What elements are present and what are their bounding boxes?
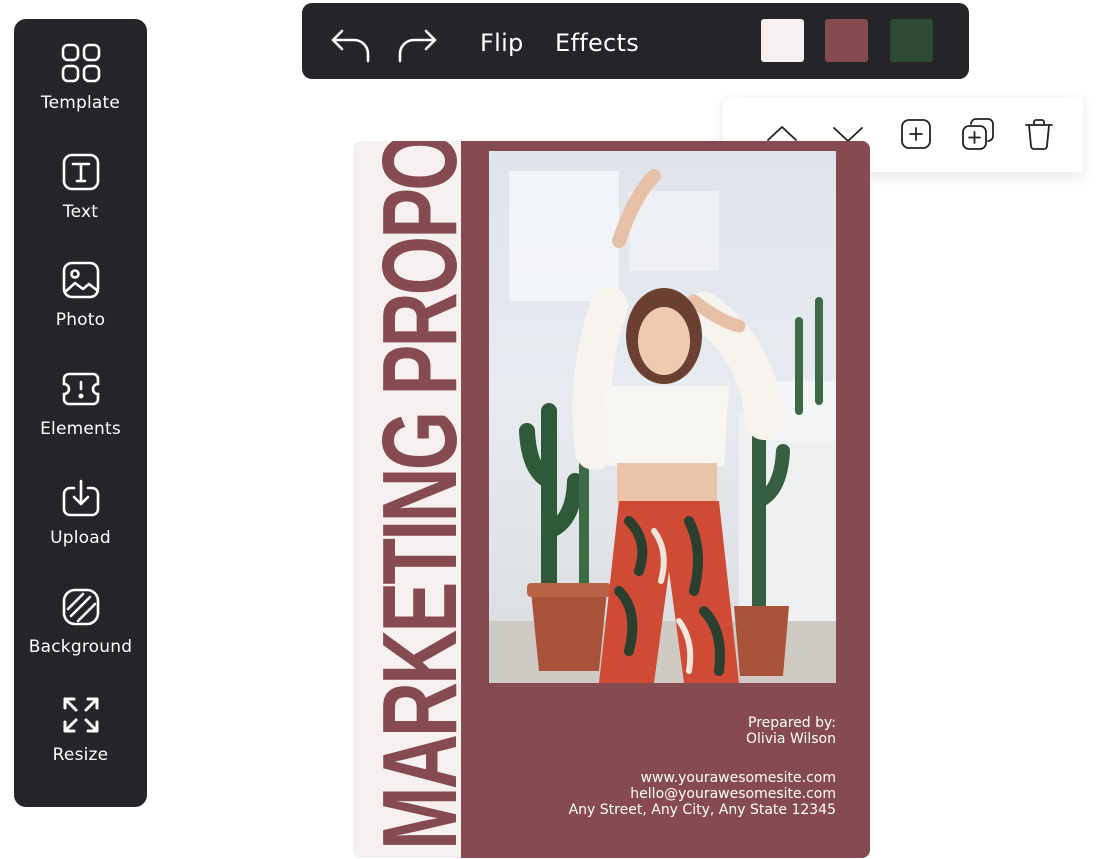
photo-icon (62, 261, 99, 299)
sidebar-item-label: Resize (52, 745, 109, 765)
text-icon (62, 153, 99, 191)
vertical-title[interactable]: MARKETING PROPOSAL (361, 141, 479, 850)
effects-button[interactable]: Effects (555, 29, 639, 57)
sidebar-item-label: Text (62, 202, 99, 222)
elements-icon (62, 372, 99, 406)
color-swatch-maroon[interactable] (825, 19, 868, 62)
trash-icon[interactable] (1022, 117, 1056, 151)
color-swatch-light[interactable] (761, 19, 804, 62)
sidebar-item-label: Background (28, 637, 133, 657)
photo-illustration (489, 169, 836, 683)
email-text[interactable]: hello@yourawesomesite.com (569, 786, 836, 802)
cover-photo[interactable] (489, 151, 836, 683)
sidebar-item-template[interactable]: Template (14, 19, 147, 119)
website-text[interactable]: www.yourawesomesite.com (569, 770, 836, 786)
sidebar-item-upload[interactable]: Upload (14, 454, 147, 554)
sidebar-item-background[interactable]: Background (14, 563, 147, 663)
title-text: MARKETING PROPOSAL (361, 141, 479, 850)
prepared-by-label[interactable]: Prepared by: (746, 715, 836, 731)
resize-icon (63, 697, 98, 733)
prepared-by-block: Prepared by: Olivia Wilson (746, 715, 836, 747)
sidebar-item-label: Elements (40, 419, 121, 439)
top-toolbar: Flip Effects (302, 3, 969, 79)
upload-icon (62, 479, 99, 517)
sidebar-item-resize[interactable]: Resize (14, 671, 147, 771)
design-canvas[interactable]: MARKETING PROPOSAL Prepared by: Olivia W… (353, 141, 870, 858)
duplicate-icon[interactable] (961, 117, 995, 151)
address-text[interactable]: Any Street, Any City, Any State 12345 (569, 802, 836, 818)
sidebar-item-label: Upload (50, 528, 111, 548)
sidebar-item-photo[interactable]: Photo (14, 236, 147, 336)
sidebar-item-elements[interactable]: Elements (14, 345, 147, 445)
left-sidebar: Template Text Photo Elements Upload Back… (14, 19, 147, 807)
add-icon[interactable] (899, 117, 933, 151)
color-swatch-green[interactable] (890, 19, 933, 62)
sidebar-item-text[interactable]: Text (14, 128, 147, 228)
flip-button[interactable]: Flip (480, 29, 524, 57)
redo-icon[interactable] (394, 23, 440, 69)
background-icon (62, 588, 99, 626)
template-grid-icon (61, 43, 100, 83)
contact-block: www.yourawesomesite.com hello@yourawesom… (569, 770, 836, 818)
sidebar-item-label: Photo (55, 310, 106, 330)
undo-icon[interactable] (328, 23, 374, 69)
prepared-by-name[interactable]: Olivia Wilson (746, 731, 836, 747)
sidebar-item-label: Template (40, 93, 121, 113)
